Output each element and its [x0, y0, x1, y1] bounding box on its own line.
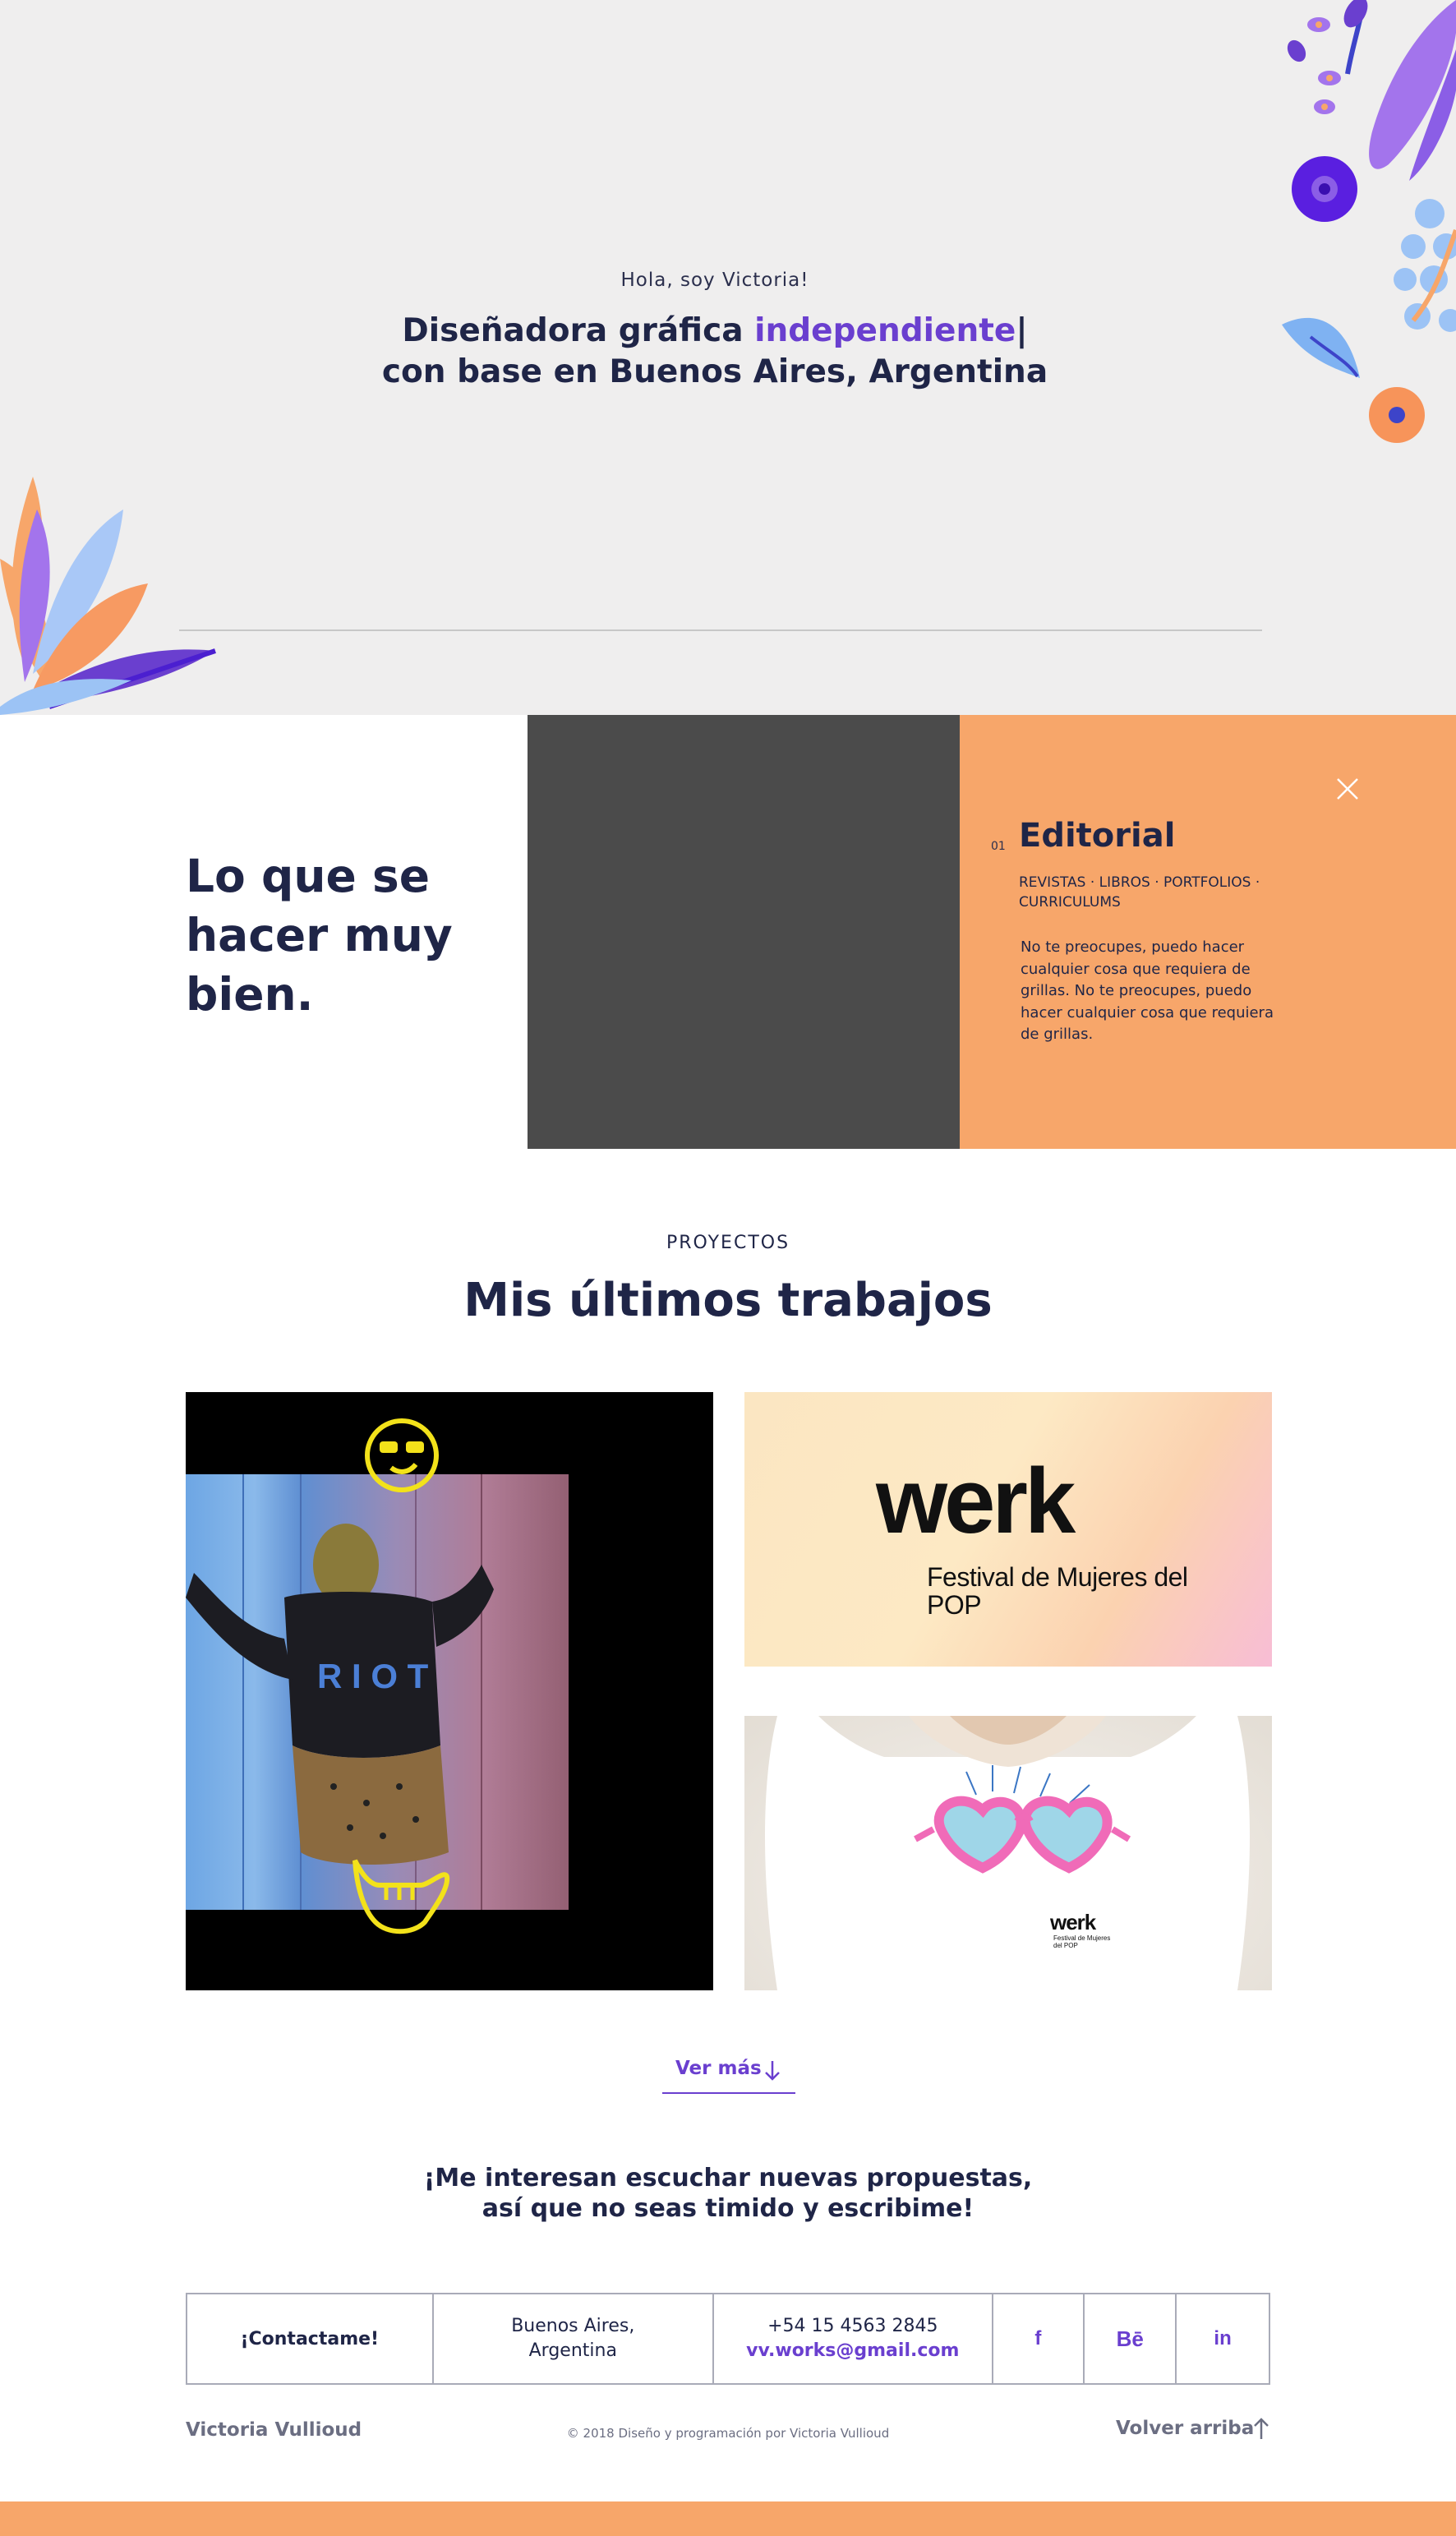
sunglasses-smiley-icon	[365, 1418, 439, 1492]
hero-title-accent: independiente	[754, 312, 1016, 349]
behance-icon[interactable]: Bē	[1085, 2294, 1177, 2383]
contact-location-text: Buenos Aires, Argentina	[511, 2316, 635, 2361]
werk-logo-text: werk	[876, 1450, 1076, 1552]
projects-title: Mis últimos trabajos	[463, 1274, 993, 1327]
contact-phone: +54 15 4563 2845	[767, 2316, 938, 2336]
arrow-down-icon	[765, 2061, 780, 2081]
hero-title: Diseñadora gráfica independiente| con ba…	[0, 311, 1430, 393]
skills-image-placeholder	[528, 715, 960, 1149]
hero-greeting: Hola, soy Victoria!	[620, 270, 809, 291]
back-to-top-link[interactable]: Volver arriba	[1116, 2416, 1272, 2446]
facebook-icon[interactable]: f	[993, 2294, 1085, 2383]
contact-prompt-line1: ¡Me interesan escuchar nuevas propuestas…	[423, 2164, 1033, 2192]
hero-title-prefix: Diseñadora gráfica	[402, 312, 755, 349]
hero-section: Hola, soy Victoria! Diseñadora gráfica i…	[0, 0, 1456, 715]
contact-bar: ¡Contactame! Buenos Aires, Argentina +54…	[186, 2293, 1270, 2385]
linkedin-icon[interactable]: in	[1177, 2294, 1269, 2383]
contact-email-link[interactable]: vv.works@gmail.com	[746, 2339, 959, 2363]
riot-figure-illustration: R I O T	[186, 1474, 494, 1910]
contact-prompt: ¡Me interesan escuchar nuevas propuestas…	[0, 2163, 1456, 2224]
skills-section: Lo que se hacer muy bien. 01 Editorial R…	[0, 715, 1456, 1149]
contact-cta-button[interactable]: ¡Contactame!	[187, 2294, 434, 2383]
footer-color-band	[0, 2501, 1456, 2536]
riot-jacket-lettering: R I O T	[317, 1657, 429, 1695]
werk-subtitle: Festival de Mujeres del POP	[927, 1562, 1188, 1620]
project-tile-riot[interactable]: R I O T	[186, 1392, 713, 1990]
shaka-hand-icon	[352, 1859, 450, 1934]
skill-description: No te preocupes, puedo hacer cualquier c…	[1021, 938, 1274, 1043]
shirt-print-subtitle: Festival de Mujeres del POP	[1053, 1934, 1111, 1949]
skill-title: Editorial	[1019, 817, 1176, 855]
riot-photo: R I O T	[186, 1474, 569, 1910]
project-tile-werk[interactable]: werk Festival de Mujeres del POP	[744, 1392, 1272, 1667]
skill-tags: REVISTAS · LIBROS · PORTFOLIOS · CURRICU…	[1019, 874, 1260, 911]
contact-phone-email: +54 15 4563 2845 vv.works@gmail.com	[714, 2294, 993, 2383]
skill-card-editorial: 01 Editorial REVISTAS · LIBROS · PORTFOL…	[960, 715, 1456, 1149]
contact-prompt-line2: así que no seas timido y escribime!	[481, 2194, 975, 2223]
hero-title-line2: con base en Buenos Aires, Argentina	[381, 353, 1048, 390]
skills-heading: Lo que se hacer muy bien.	[186, 850, 453, 1021]
floral-decoration-bottom	[0, 477, 216, 715]
tshirt-mockup-illustration	[765, 1716, 1250, 1990]
contact-location: Buenos Aires, Argentina	[434, 2294, 715, 2383]
project-tile-shirt[interactable]: werk Festival de Mujeres del POP	[744, 1716, 1272, 1990]
hero-title-cursor: |	[1016, 312, 1028, 349]
ver-mas-link[interactable]: Ver más	[662, 2056, 795, 2094]
skill-number: 01	[991, 840, 1006, 853]
hero-divider	[179, 629, 1262, 631]
arrow-up-icon	[1254, 2418, 1269, 2439]
projects-kicker: PROYECTOS	[666, 1233, 790, 1253]
ver-mas-label: Ver más	[675, 2058, 762, 2079]
back-to-top-label: Volver arriba	[1116, 2418, 1255, 2439]
shirt-print-logo: werk	[1050, 1910, 1096, 1934]
close-icon[interactable]	[1331, 772, 1364, 805]
